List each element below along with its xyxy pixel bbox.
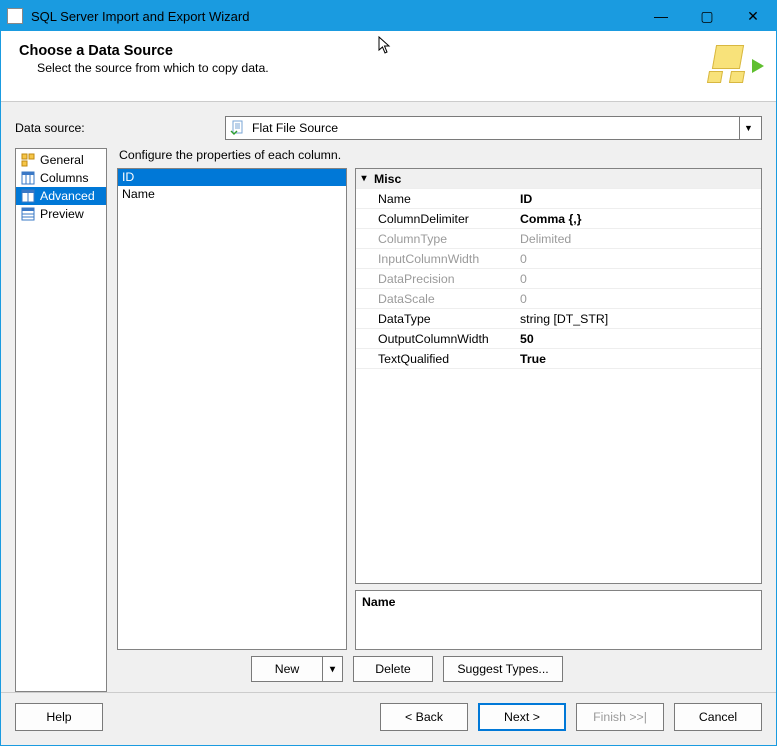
cancel-button[interactable]: Cancel [674, 703, 762, 731]
nav-item-general[interactable]: General [16, 151, 106, 169]
window-title: SQL Server Import and Export Wizard [31, 9, 638, 24]
property-row-outputcolumnwidth[interactable]: OutputColumnWidth50 [356, 329, 761, 349]
column-actions: New ▾ Delete Suggest Types... [117, 650, 762, 692]
delete-column-button[interactable]: Delete [353, 656, 433, 682]
property-row-columndelimiter[interactable]: ColumnDelimiterComma {,} [356, 209, 761, 229]
page-subtitle: Select the source from which to copy dat… [37, 61, 698, 75]
wizard-footer: Help < Back Next > Finish >>| Cancel [1, 692, 776, 745]
nav-item-columns[interactable]: Columns [16, 169, 106, 187]
minimize-button[interactable]: ― [638, 1, 684, 31]
columns-list[interactable]: ID Name [117, 168, 347, 650]
data-source-dropdown[interactable]: Flat File Source ▼ [225, 116, 762, 140]
next-button[interactable]: Next > [478, 703, 566, 731]
nav-label: General [40, 153, 84, 167]
nav-label: Columns [40, 171, 89, 185]
property-row-textqualified[interactable]: TextQualifiedTrue [356, 349, 761, 369]
app-icon [7, 8, 23, 24]
property-row-datatype[interactable]: DataTypestring [DT_STR] [356, 309, 761, 329]
flat-file-icon [230, 120, 246, 136]
titlebar: SQL Server Import and Export Wizard ― ▢ … [1, 1, 776, 31]
column-item-id[interactable]: ID [118, 169, 346, 186]
chevron-down-icon[interactable]: ▾ [322, 657, 342, 681]
property-row-columntype: ColumnTypeDelimited [356, 229, 761, 249]
property-description-title: Name [362, 595, 396, 609]
main-panes: ID Name ▾ Misc NameID [117, 168, 762, 650]
property-row-name[interactable]: NameID [356, 189, 761, 209]
column-item-name[interactable]: Name [118, 186, 346, 203]
property-row-inputcolumnwidth: InputColumnWidth0 [356, 249, 761, 269]
maximize-button[interactable]: ▢ [684, 1, 730, 31]
nav-label: Advanced [40, 189, 95, 203]
property-row-datascale: DataScale0 [356, 289, 761, 309]
wizard-header: Choose a Data Source Select the source f… [1, 31, 776, 102]
main-instruction: Configure the properties of each column. [117, 148, 762, 168]
nav-list[interactable]: General Columns Advanced Preview [15, 148, 107, 692]
wizard-header-text: Choose a Data Source Select the source f… [19, 43, 698, 75]
nav-item-advanced[interactable]: Advanced [16, 187, 106, 205]
suggest-types-button[interactable]: Suggest Types... [443, 656, 563, 682]
content-area: Data source: Flat File Source ▼ General … [1, 102, 776, 692]
chevron-down-icon[interactable]: ▼ [739, 117, 757, 139]
property-description: Name [355, 590, 762, 650]
data-source-row: Data source: Flat File Source ▼ [15, 112, 762, 142]
data-source-value: Flat File Source [252, 121, 739, 135]
wizard-window: SQL Server Import and Export Wizard ― ▢ … [0, 0, 777, 746]
help-button[interactable]: Help [15, 703, 103, 731]
page-title: Choose a Data Source [19, 43, 698, 59]
property-grid[interactable]: ▾ Misc NameID ColumnDelimiterComma {,} C… [355, 168, 762, 584]
nav-item-preview[interactable]: Preview [16, 205, 106, 223]
collapse-icon[interactable]: ▾ [356, 173, 372, 184]
property-row-dataprecision: DataPrecision0 [356, 269, 761, 289]
wizard-header-graphic [698, 43, 758, 93]
body-row: General Columns Advanced Preview Configu… [15, 148, 762, 692]
main-pane: Configure the properties of each column.… [117, 148, 762, 692]
property-category-misc[interactable]: ▾ Misc [356, 169, 761, 189]
nav-label: Preview [40, 207, 84, 221]
close-button[interactable]: ✕ [730, 1, 776, 31]
back-button[interactable]: < Back [380, 703, 468, 731]
property-column: ▾ Misc NameID ColumnDelimiterComma {,} C… [355, 168, 762, 650]
data-source-label: Data source: [15, 121, 217, 135]
columns-icon [20, 171, 36, 185]
preview-icon [20, 207, 36, 221]
general-icon [20, 153, 36, 167]
advanced-icon [20, 189, 36, 203]
finish-button: Finish >>| [576, 703, 664, 731]
new-column-button[interactable]: New ▾ [251, 656, 343, 682]
